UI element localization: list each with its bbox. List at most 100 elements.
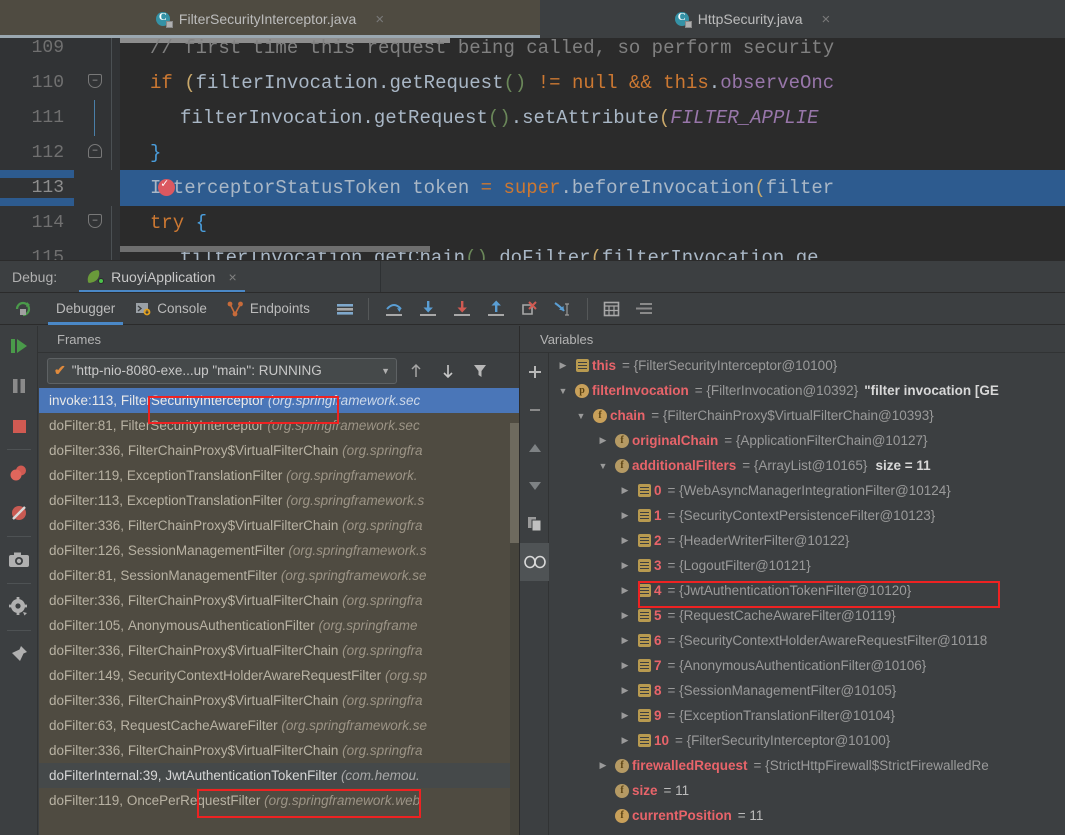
chevron-right-icon[interactable]: ▶ [616,610,634,621]
stop-icon[interactable] [0,406,38,446]
chevron-right-icon[interactable]: ▶ [616,635,634,646]
frames-list-item[interactable]: doFilter:119, ExceptionTranslationFilter… [39,463,519,488]
arrow-up-icon[interactable] [520,429,549,467]
force-step-into-icon[interactable] [445,300,479,318]
chevron-down-icon[interactable]: ▼ [381,366,390,376]
frames-list-item[interactable]: doFilter:336, FilterChainProxy$VirtualFi… [39,438,519,463]
frames-list[interactable]: invoke:113, FilterSecurityInterceptor (o… [39,388,519,835]
frames-list-item[interactable]: doFilter:81, FilterSecurityInterceptor (… [39,413,519,438]
frames-list-item[interactable]: doFilter:336, FilterChainProxy$VirtualFi… [39,513,519,538]
frames-scrollbar-thumb[interactable] [510,423,519,543]
settings-icon[interactable] [0,587,38,627]
variable-row-3[interactable]: ▶ 3 = {LogoutFilter@10121} [550,553,1065,578]
chevron-down-icon[interactable]: ▼ [554,386,572,396]
chevron-right-icon[interactable]: ▶ [616,535,634,546]
arrow-up-icon[interactable] [403,358,429,384]
variable-row-chain[interactable]: ▼ f chain = {FilterChainProxy$VirtualFil… [550,403,1065,428]
variable-row-4[interactable]: ▶ 4 = {JwtAuthenticationTokenFilter@1012… [550,578,1065,603]
variable-row-additionalfilters[interactable]: ▼ f additionalFilters = {ArrayList@10165… [550,453,1065,478]
editor-tab-httpsecurity[interactable]: C HttpSecurity.java × [540,0,965,38]
variables-rail[interactable] [520,353,549,835]
arrow-down-icon[interactable] [435,358,461,384]
fold-column[interactable] [74,170,175,206]
fold-collapse-icon[interactable]: – [88,74,102,88]
chevron-right-icon[interactable]: ▶ [616,660,634,671]
step-into-icon[interactable] [411,300,445,318]
chevron-right-icon[interactable]: ▶ [616,735,634,746]
chevron-right-icon[interactable]: ▶ [616,710,634,721]
layout-settings-icon[interactable] [330,302,360,316]
frames-list-item[interactable]: doFilterInternal:39, JwtAuthenticationTo… [39,763,519,788]
variables-tree[interactable]: ▶ this = {FilterSecurityInterceptor@1010… [550,353,1065,835]
tab-endpoints[interactable]: Endpoints [217,292,320,325]
editor-tab-filtersecurityinterceptor[interactable]: C FilterSecurityInterceptor.java × [0,0,540,38]
variable-row-10[interactable]: ▶ 10 = {FilterSecurityInterceptor@10100} [550,728,1065,753]
chevron-right-icon[interactable]: ▶ [594,435,612,446]
arrow-down-icon[interactable] [520,467,549,505]
chevron-right-icon[interactable]: ▶ [616,560,634,571]
frames-list-item[interactable]: doFilter:81, SessionManagementFilter (or… [39,563,519,588]
frames-list-item[interactable]: doFilter:113, ExceptionTranslationFilter… [39,488,519,513]
threads-and-variables-icon[interactable] [628,302,660,316]
variable-row-firewalledrequest[interactable]: ▶ f firewalledRequest = {StrictHttpFirew… [550,753,1065,778]
frames-list-item[interactable]: doFilter:126, SessionManagementFilter (o… [39,538,519,563]
filter-icon[interactable] [467,358,493,384]
variable-row-originalchain[interactable]: ▶ f originalChain = {ApplicationFilterCh… [550,428,1065,453]
variable-row-9[interactable]: ▶ 9 = {ExceptionTranslationFilter@10104} [550,703,1065,728]
variable-row-size[interactable]: ▶ f size = 11 [550,778,1065,803]
frames-list-item[interactable]: invoke:113, FilterSecurityInterceptor (o… [39,388,519,413]
code-editor[interactable]: 109 // first time this request being cal… [0,38,1065,260]
plus-icon[interactable] [520,353,549,391]
frames-list-item[interactable]: doFilter:119, OncePerRequestFilter (org.… [39,788,519,813]
step-over-icon[interactable] [377,300,411,318]
fold-expand-icon[interactable]: – [88,144,102,158]
copy-icon[interactable] [520,505,549,543]
variable-row-8[interactable]: ▶ 8 = {SessionManagementFilter@10105} [550,678,1065,703]
chevron-right-icon[interactable]: ▶ [616,510,634,521]
chevron-right-icon[interactable]: ▶ [616,685,634,696]
tab-debugger[interactable]: Debugger [46,292,125,325]
frames-list-item[interactable]: doFilter:105, AnonymousAuthenticationFil… [39,613,519,638]
fold-collapse-icon[interactable]: – [88,214,102,228]
chevron-down-icon[interactable]: ▼ [594,461,612,471]
run-to-cursor-icon[interactable] [545,300,579,318]
frames-list-item[interactable]: doFilter:149, SecurityContextHolderAware… [39,663,519,688]
horizontal-scrollbar-bottom[interactable] [120,246,430,252]
variable-row-1[interactable]: ▶ 1 = {SecurityContextPersistenceFilter@… [550,503,1065,528]
pause-program-icon[interactable] [0,366,38,406]
variable-row-filterinvocation[interactable]: ▼ p filterInvocation = {FilterInvocation… [550,378,1065,403]
pin-tab-icon[interactable] [0,634,38,674]
debugger-toolbar[interactable]: Debugger Console Endpoints [0,292,1065,325]
frames-list-item[interactable]: doFilter:336, FilterChainProxy$VirtualFi… [39,688,519,713]
close-icon[interactable]: × [822,11,831,28]
close-icon[interactable]: × [228,269,236,285]
chevron-right-icon[interactable]: ▶ [616,485,634,496]
view-breakpoints-icon[interactable] [0,453,38,493]
evaluate-expression-icon[interactable] [596,301,628,317]
fold-column[interactable] [74,240,120,260]
get-thread-dump-icon[interactable] [0,540,38,580]
rerun-icon[interactable] [0,300,46,318]
frames-list-item[interactable]: doFilter:336, FilterChainProxy$VirtualFi… [39,738,519,763]
thread-dropdown[interactable]: ✔ "http-nio-8080-exe...up "main": RUNNIN… [47,357,397,384]
fold-column[interactable]: – [74,135,120,171]
chevron-right-icon[interactable]: ▶ [594,760,612,771]
debug-left-rail[interactable] [0,326,38,835]
tab-console[interactable]: Console [125,292,217,325]
fold-column[interactable] [74,100,120,136]
variable-row-0[interactable]: ▶ 0 = {WebAsyncManagerIntegrationFilter@… [550,478,1065,503]
variable-row-this[interactable]: ▶ this = {FilterSecurityInterceptor@1010… [550,353,1065,378]
minus-icon[interactable] [520,391,549,429]
drop-frame-icon[interactable] [513,300,545,318]
chevron-down-icon[interactable]: ▼ [572,411,590,421]
close-icon[interactable]: × [375,11,384,28]
resume-program-icon[interactable] [0,326,38,366]
variable-row-5[interactable]: ▶ 5 = {RequestCacheAwareFilter@10119} [550,603,1065,628]
chevron-right-icon[interactable]: ▶ [554,360,572,371]
frames-list-item[interactable]: doFilter:336, FilterChainProxy$VirtualFi… [39,588,519,613]
fold-column[interactable] [74,38,120,66]
fold-column[interactable]: – [74,205,120,241]
frames-list-item[interactable]: doFilter:336, FilterChainProxy$VirtualFi… [39,638,519,663]
step-out-icon[interactable] [479,300,513,318]
breakpoint-icon[interactable] [158,176,175,196]
